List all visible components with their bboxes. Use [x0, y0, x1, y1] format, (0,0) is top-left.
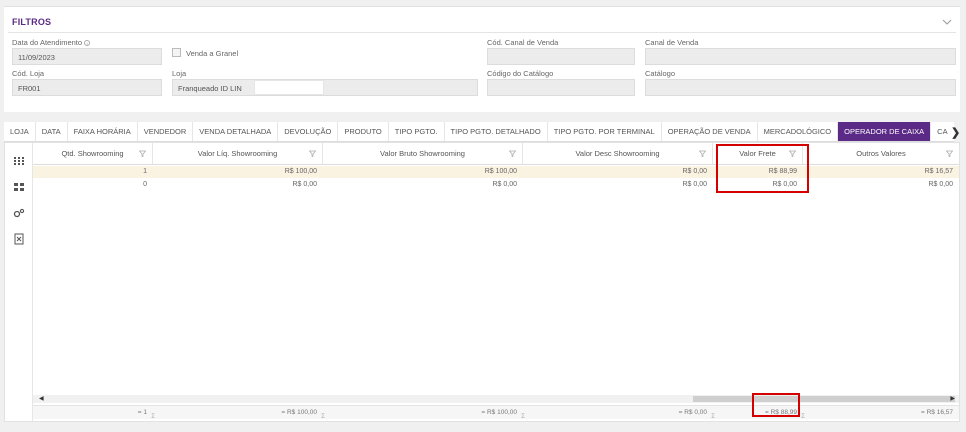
table-row[interactable]: 1 R$ 100,00 R$ 100,00 R$ 0,00 R$ 88,99 R… [33, 166, 959, 178]
filter-icon[interactable] [309, 150, 316, 157]
cod-loja-field[interactable]: FR001 [12, 79, 162, 96]
tab-produto[interactable]: PRODUTO [338, 122, 389, 141]
columns-icon[interactable] [13, 155, 25, 167]
total-valor-desc: = R$ 0,00 Σ [523, 406, 715, 420]
cell-qtd: 1 [143, 168, 147, 175]
data-atendimento-label: Data do Atendimento i [12, 38, 91, 47]
filter-icon[interactable] [509, 150, 516, 157]
cell-outros-valores: R$ 16,57 [924, 168, 953, 175]
total-valor-liq: = R$ 100,00 Σ [153, 406, 325, 420]
report-tabs: LOJA DATA FAIXA HORÁRIA VENDEDOR VENDA D… [4, 122, 954, 142]
total-qtd: = 1Σ [33, 406, 155, 420]
annotation-box-valor-frete [716, 144, 809, 193]
grid-toolbar [5, 143, 33, 421]
column-header-valor-desc-showrooming[interactable]: Valor Desc Showrooming [523, 143, 713, 164]
annotation-box-total-frete [752, 393, 800, 417]
horizontal-scrollbar[interactable]: ◀ ▶ [33, 395, 959, 403]
catalogo-field[interactable] [645, 79, 956, 96]
scrollbar-thumb[interactable] [693, 396, 955, 402]
venda-granel-checkbox[interactable] [172, 48, 181, 57]
loja-label: Loja [172, 69, 187, 78]
cell-valor-desc: R$ 0,00 [682, 181, 707, 188]
cell-qtd: 0 [143, 181, 147, 188]
filter-icon[interactable] [699, 150, 706, 157]
filter-icon[interactable] [139, 150, 146, 157]
cod-canal-field[interactable] [487, 48, 635, 65]
table-row[interactable]: 0 R$ 0,00 R$ 0,00 R$ 0,00 R$ 0,00 R$ 0,0… [33, 179, 959, 191]
cell-valor-liq: R$ 0,00 [292, 181, 317, 188]
cell-valor-desc: R$ 0,00 [682, 168, 707, 175]
page: FILTROS Data do Atendimento i 11/09/2023 … [0, 0, 966, 432]
settings-icon[interactable] [13, 207, 25, 219]
column-header-qtd-showrooming[interactable]: Qtd. Showrooming [33, 143, 153, 164]
tab-venda-detalhada[interactable]: VENDA DETALHADA [193, 122, 279, 141]
tab-mercadologico[interactable]: MERCADOLÓGICO [758, 122, 839, 141]
column-header-valor-liq-showrooming[interactable]: Valor Líq. Showrooming [153, 143, 323, 164]
venda-granel-label: Venda a Granel [186, 49, 239, 58]
loja-value: Franqueado ID LIN [178, 84, 242, 93]
filters-divider [8, 32, 956, 33]
column-header-valor-bruto-showrooming[interactable]: Valor Bruto Showrooming [323, 143, 523, 164]
tab-tipo-pgto-terminal[interactable]: TIPO PGTO. POR TERMINAL [548, 122, 662, 141]
scroll-right-icon[interactable]: ▶ [950, 395, 955, 402]
tab-loja[interactable]: LOJA [4, 122, 36, 141]
tab-data[interactable]: DATA [36, 122, 68, 141]
tab-tipo-pgto-detalhado[interactable]: TIPO PGTO. DETALHADO [445, 122, 548, 141]
tab-vendedor[interactable]: VENDEDOR [138, 122, 194, 141]
cod-catalogo-label: Código do Catálogo [487, 69, 554, 78]
cod-catalogo-field[interactable] [487, 79, 635, 96]
canal-label: Canal de Venda [645, 38, 699, 47]
cod-canal-label: Cód. Canal de Venda [487, 38, 559, 47]
grid-totals-row: = 1Σ = R$ 100,00 Σ = R$ 100,00 Σ = R$ 0,00… [33, 405, 959, 420]
total-outros-valores: = R$ 16,57 [921, 409, 953, 416]
column-header-outros-valores[interactable]: Outros Valores [803, 143, 959, 164]
tab-faixa-horaria[interactable]: FAIXA HORÁRIA [68, 122, 138, 141]
cell-valor-bruto: R$ 0,00 [492, 181, 517, 188]
scroll-left-icon[interactable]: ◀ [39, 395, 44, 402]
tab-tipo-pgto[interactable]: TIPO PGTO. [389, 122, 445, 141]
cod-loja-label: Cód. Loja [12, 69, 45, 78]
filters-title: FILTROS [12, 17, 52, 27]
tab-operacao-venda[interactable]: OPERAÇÃO DE VENDA [662, 122, 758, 141]
tab-operador-caixa[interactable]: OPERADOR DE CAIXA [838, 122, 932, 141]
cell-valor-bruto: R$ 100,00 [484, 168, 517, 175]
loja-field-highlight [254, 80, 324, 95]
loja-field[interactable]: Franqueado ID LIN [172, 79, 478, 96]
cell-outros-valores: R$ 0,00 [928, 181, 953, 188]
tab-devolucao[interactable]: DEVOLUÇÃO [278, 122, 339, 141]
total-valor-bruto: = R$ 100,00 Σ [323, 406, 525, 420]
data-atendimento-field[interactable]: 11/09/2023 [12, 48, 162, 65]
grid-header: Qtd. Showrooming Valor Líq. Showrooming … [33, 143, 959, 165]
tabs-scroll-right-icon[interactable]: ❯ [951, 126, 960, 139]
excel-export-icon[interactable] [13, 233, 25, 245]
data-grid: Qtd. Showrooming Valor Líq. Showrooming … [4, 142, 960, 422]
info-icon: i [84, 40, 91, 47]
catalogo-label: Catálogo [645, 69, 676, 78]
filters-panel: FILTROS Data do Atendimento i 11/09/2023 … [4, 6, 960, 112]
canal-field[interactable] [645, 48, 956, 65]
cell-valor-liq: R$ 100,00 [284, 168, 317, 175]
grid-icon[interactable] [13, 181, 25, 193]
filter-icon[interactable] [946, 150, 953, 157]
chevron-down-icon[interactable] [942, 17, 952, 27]
